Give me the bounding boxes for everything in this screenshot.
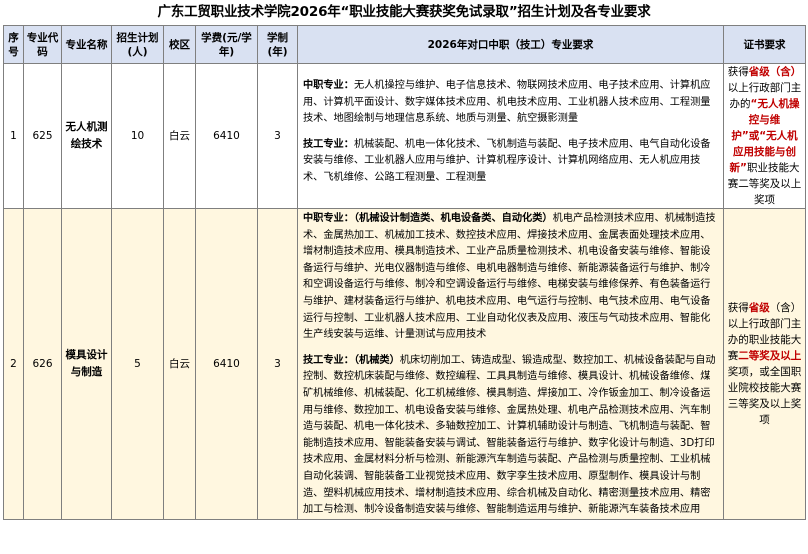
cell-certificate: 获得省级（含）以上行政部门主办的职业技能大赛二等奖及以上奖项，或全国职业院校技能… <box>723 208 806 520</box>
secondary-vocational-majors: 机电产品检测技术应用、机械制造技术、金属热加工、机械加工技术、数控技术应用、焊接… <box>303 213 716 341</box>
header-plan: 招生计划(人) <box>111 25 164 64</box>
cert-highlight: 省级 <box>748 301 770 314</box>
header-requirements: 2026年对口中职（技工）专业要求 <box>297 25 724 64</box>
cell-requirements: 中职专业：（机械设计制造类、机电设备类、自动化类）机电产品检测技术应用、机械制造… <box>297 208 724 520</box>
cert-text: 获得 <box>727 66 749 78</box>
technical-school-majors: 机床切削加工、铸造成型、锻造成型、数控加工、机械设备装配与自动控制、数控机床装配… <box>303 354 716 516</box>
cell-major-name: 模具设计与制造 <box>61 208 112 520</box>
table-row: 1 625 无人机测绘技术 10 白云 6410 3 中职专业：无人机操控与维护… <box>3 63 806 209</box>
cell-certificate: 获得省级（含）以上行政部门主办的“无人机操控与维护”或“无人机应用技能与创新”职… <box>723 63 806 209</box>
cell-seq: 2 <box>3 208 24 520</box>
page-title: 广东工贸职业技术学院2026年“职业技能大赛获奖免试录取”招生计划及各专业要求 <box>157 4 651 20</box>
secondary-vocational-block: 中职专业：（机械设计制造类、机电设备类、自动化类）机电产品检测技术应用、机械制造… <box>303 211 719 344</box>
header-years: 学制(年) <box>257 25 298 64</box>
secondary-vocational-label: 中职专业： <box>303 80 354 91</box>
header-certificate: 证书要求 <box>723 25 806 64</box>
cell-campus: 白云 <box>163 63 196 209</box>
technical-school-block: 技工专业：（机械类）机床切削加工、铸造成型、锻造成型、数控加工、机械设备装配与自… <box>303 353 719 519</box>
cell-major-name: 无人机测绘技术 <box>61 63 112 209</box>
cert-highlight: 省级（含） <box>748 66 802 78</box>
technical-school-majors: 机械装配、机电一体化技术、飞机制造与装配、电子技术应用、电气自动化设备安装与维修… <box>303 138 711 183</box>
cell-fee: 6410 <box>195 63 258 209</box>
secondary-vocational-category: （机械设计制造类、机电设备类、自动化类） <box>353 213 553 224</box>
cert-text: 获得 <box>727 301 749 314</box>
cell-years: 3 <box>257 63 298 209</box>
header-campus: 校区 <box>163 25 196 64</box>
cell-seq: 1 <box>3 63 24 209</box>
technical-school-label: 技工专业： <box>303 138 354 150</box>
cert-highlight: 二等奖及以上 <box>738 349 802 362</box>
secondary-vocational-block: 中职专业：无人机操控与维护、电子信息技术、物联网技术应用、电子技术应用、计算机应… <box>303 78 719 128</box>
enrollment-table: 序号 专业代码 专业名称 招生计划(人) 校区 学费(元/学年) 学制(年) 2… <box>3 25 806 520</box>
cell-code: 626 <box>23 208 62 520</box>
table-row: 2 626 模具设计与制造 5 白云 6410 3 中职专业：（机械设计制造类、… <box>3 208 806 520</box>
header-row: 序号 专业代码 专业名称 招生计划(人) 校区 学费(元/学年) 学制(年) 2… <box>3 25 806 64</box>
secondary-vocational-majors: 无人机操控与维护、电子信息技术、物联网技术应用、电子技术应用、计算机应用、计算机… <box>303 80 711 125</box>
secondary-vocational-label: 中职专业： <box>303 213 354 224</box>
technical-school-block: 技工专业：机械装配、机电一体化技术、飞机制造与装配、电子技术应用、电气自动化设备… <box>303 137 719 187</box>
technical-school-category: （机械类） <box>353 354 400 366</box>
cell-plan: 10 <box>111 63 164 209</box>
cert-text: 奖项，或全国职业院校技能大赛三等奖及以上奖项 <box>727 365 802 426</box>
cell-code: 625 <box>23 63 62 209</box>
header-fee: 学费(元/学年) <box>195 25 258 64</box>
header-name: 专业名称 <box>61 25 112 64</box>
cell-campus: 白云 <box>163 208 196 520</box>
header-code: 专业代码 <box>23 25 62 64</box>
cell-fee: 6410 <box>195 208 258 520</box>
technical-school-label: 技工专业： <box>303 354 354 366</box>
header-seq: 序号 <box>3 25 24 64</box>
cell-years: 3 <box>257 208 298 520</box>
cell-plan: 5 <box>111 208 164 520</box>
cell-requirements: 中职专业：无人机操控与维护、电子信息技术、物联网技术应用、电子技术应用、计算机应… <box>297 63 724 209</box>
